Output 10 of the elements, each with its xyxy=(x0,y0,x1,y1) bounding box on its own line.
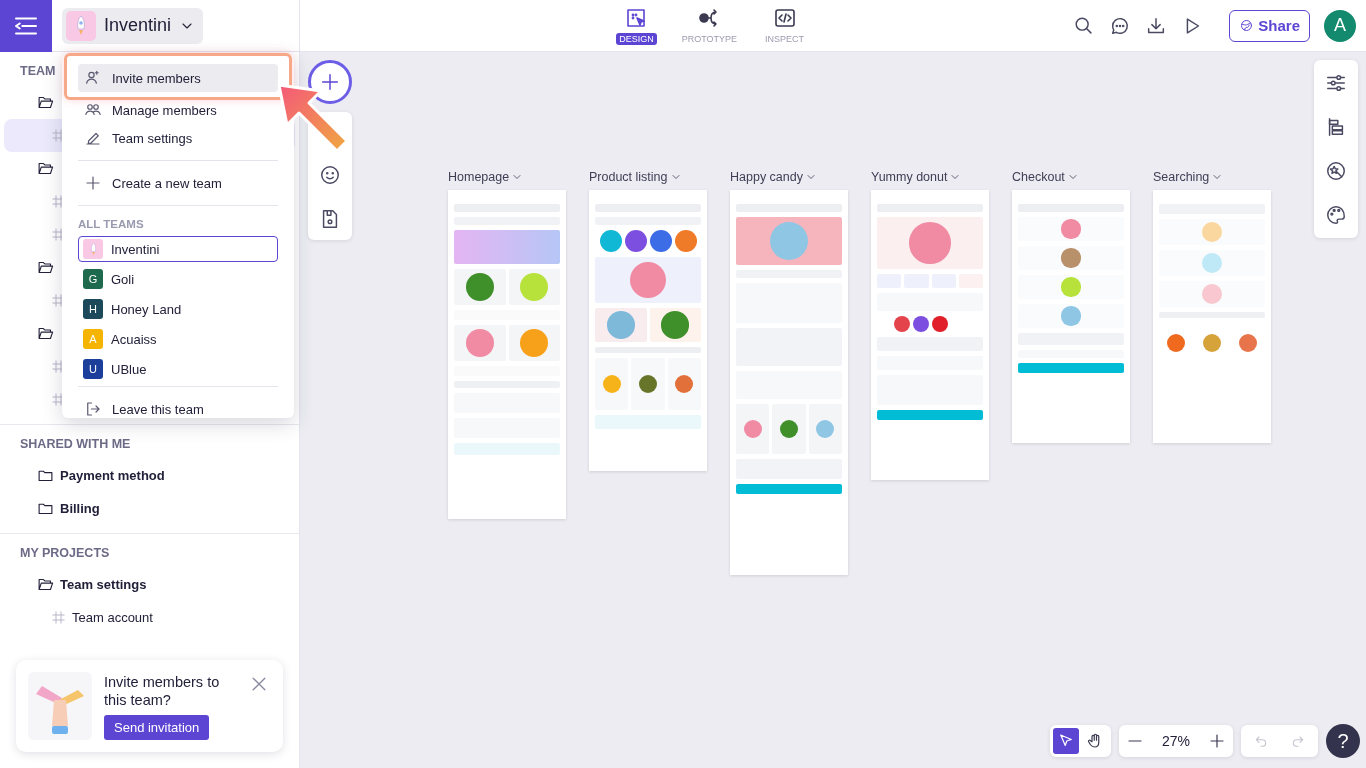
zoom-level: 27% xyxy=(1161,733,1191,749)
team-logo: G xyxy=(83,269,103,289)
team-logo: H xyxy=(83,299,103,319)
section-heading: MY PROJECTS xyxy=(20,546,110,560)
team-logo: A xyxy=(83,329,103,349)
section-heading: TEAM xyxy=(20,64,56,78)
invite-prompt: Invite members to this team? xyxy=(104,672,221,709)
section-heading: SHARED WITH ME xyxy=(20,437,131,451)
team-logo: U xyxy=(83,359,103,379)
menu-heading: ALL TEAMS xyxy=(78,218,144,230)
